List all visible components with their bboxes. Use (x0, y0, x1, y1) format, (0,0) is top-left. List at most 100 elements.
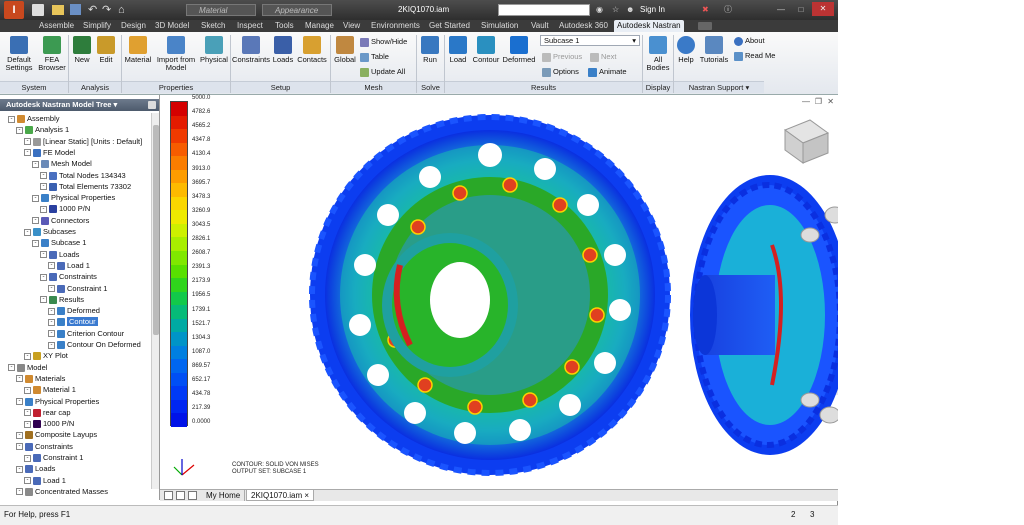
tab-list-icon[interactable] (176, 491, 185, 500)
all-bodies-button[interactable]: All Bodies (644, 36, 672, 72)
tab-autodesk-360[interactable]: Autodesk 360 (556, 20, 611, 32)
tree-item[interactable]: - Contour (0, 316, 98, 327)
load-results-button[interactable]: Load (446, 36, 470, 64)
new-file-icon[interactable] (32, 4, 44, 16)
app-logo[interactable]: I (4, 1, 24, 19)
tree-item[interactable]: - Concentrated Masses (0, 486, 108, 497)
home-icon[interactable]: ⌂ (118, 3, 125, 17)
tree-item[interactable]: - Load 1 (0, 475, 66, 486)
tab-view[interactable]: View (340, 20, 363, 32)
expander-icon[interactable]: - (40, 205, 47, 213)
tab-assemble[interactable]: Assemble (36, 20, 77, 32)
global-mesh-button[interactable]: Global (332, 36, 358, 64)
tree-item[interactable]: - Subcases (0, 226, 76, 237)
tree-item[interactable]: - Load 1 (0, 260, 90, 271)
tree-item[interactable]: - Constraint 1 (0, 452, 83, 463)
expander-icon[interactable]: - (48, 262, 55, 270)
tree-item[interactable]: - Composite Layups (0, 429, 97, 440)
view-cube[interactable] (783, 119, 830, 164)
tab-vault[interactable]: Vault (528, 20, 552, 32)
panel-menu-icon[interactable] (148, 101, 156, 109)
tree-item[interactable]: - Material 1 (0, 384, 76, 395)
animate-button[interactable]: Animate (588, 67, 627, 77)
appearance-dropdown[interactable]: Appearance (262, 4, 332, 16)
exchange-icon[interactable]: ✖ (702, 3, 709, 17)
panel-header[interactable]: Autodesk Nastran Model Tree ▾ (0, 99, 159, 111)
expander-icon[interactable]: - (48, 318, 55, 326)
expander-icon[interactable]: - (16, 443, 23, 451)
scrollbar-thumb[interactable] (153, 125, 159, 335)
tab-simulation[interactable]: Simulation (478, 20, 521, 32)
expander-icon[interactable]: - (40, 172, 47, 180)
tree-item[interactable]: - Results (0, 294, 84, 305)
expander-icon[interactable]: - (48, 341, 55, 349)
expander-icon[interactable]: - (24, 228, 31, 236)
tree-item[interactable]: - XY Plot (0, 350, 68, 361)
tree-item[interactable]: - Mesh Model (0, 158, 92, 169)
undo-icon[interactable]: ↶ (88, 3, 97, 17)
material-button[interactable]: Material (124, 36, 152, 64)
previous-button[interactable]: Previous (542, 52, 582, 62)
expander-icon[interactable]: - (48, 285, 55, 293)
expander-icon[interactable]: - (24, 352, 31, 360)
expander-icon[interactable]: - (16, 488, 23, 496)
tab-simplify[interactable]: Simplify (80, 20, 114, 32)
help-button[interactable]: Help (676, 36, 696, 64)
expander-icon[interactable]: - (8, 364, 15, 372)
user-icon[interactable]: ☻ (626, 3, 634, 17)
tree-item[interactable]: - Constraints (0, 441, 73, 452)
tree-item[interactable]: - Subcase 1 (0, 237, 86, 248)
tutorials-button[interactable]: Tutorials (698, 36, 730, 64)
tab-environments[interactable]: Environments (368, 20, 423, 32)
expander-icon[interactable]: - (48, 330, 55, 338)
expander-icon[interactable]: - (32, 217, 39, 225)
tree-item[interactable]: - Criterion Contour (0, 328, 124, 339)
redo-icon[interactable]: ↷ (102, 3, 111, 17)
close-button[interactable]: ✕ (812, 2, 834, 16)
expander-icon[interactable]: - (16, 398, 23, 406)
tree-item[interactable]: - Deformed (0, 305, 100, 316)
tab-autodesk-nastran[interactable]: Autodesk Nastran (614, 20, 684, 32)
default-settings-button[interactable]: Default Settings (4, 36, 34, 72)
maximize-button[interactable]: □ (792, 3, 810, 17)
tree-item[interactable]: - Loads (0, 249, 79, 260)
tab-3d-model[interactable]: 3D Model (152, 20, 192, 32)
next-button[interactable]: Next (590, 52, 616, 62)
expander-icon[interactable]: - (16, 431, 23, 439)
tab-menu-icon[interactable] (188, 491, 197, 500)
tree-item[interactable]: - Model (0, 362, 47, 373)
save-icon[interactable] (70, 4, 81, 15)
expander-icon[interactable]: - (24, 409, 31, 417)
tree-item[interactable]: - Loads (0, 463, 55, 474)
expander-icon[interactable]: - (24, 386, 31, 394)
group-nastran-support[interactable]: Nastran Support ▾ (674, 81, 764, 93)
expander-icon[interactable]: - (40, 251, 47, 259)
tab-options-icon[interactable] (698, 22, 712, 30)
expander-icon[interactable]: - (40, 273, 47, 281)
binoculars-icon[interactable]: ◉ (596, 3, 603, 17)
new-analysis-button[interactable]: New (72, 36, 92, 64)
tree-item[interactable]: - Physical Properties (0, 192, 115, 203)
tree-item[interactable]: - Analysis 1 (0, 124, 69, 135)
sign-in-link[interactable]: Sign In (640, 3, 665, 17)
star-icon[interactable]: ☆ (612, 3, 619, 17)
expander-icon[interactable]: - (24, 454, 31, 462)
expander-icon[interactable]: - (24, 138, 31, 146)
expander-icon[interactable]: - (40, 296, 47, 304)
open-folder-icon[interactable] (52, 5, 64, 15)
contour-button[interactable]: Contour (472, 36, 500, 64)
search-input[interactable] (498, 4, 590, 16)
physical-button[interactable]: Physical (200, 36, 228, 64)
expander-icon[interactable]: - (16, 465, 23, 473)
expander-icon[interactable]: - (40, 183, 47, 191)
read-me-button[interactable]: Read Me (734, 51, 775, 61)
constraints-button[interactable]: Constraints (232, 36, 270, 64)
tree-item[interactable]: - Assembly (0, 113, 60, 124)
tab-get-started[interactable]: Get Started (426, 20, 473, 32)
tree-item[interactable]: - Constraint 1 (0, 283, 107, 294)
expander-icon[interactable]: - (32, 239, 39, 247)
tab-tools[interactable]: Tools (272, 20, 297, 32)
expander-icon[interactable]: - (48, 307, 55, 315)
minimize-button[interactable]: — (772, 3, 790, 17)
material-dropdown[interactable]: Material (186, 4, 256, 16)
